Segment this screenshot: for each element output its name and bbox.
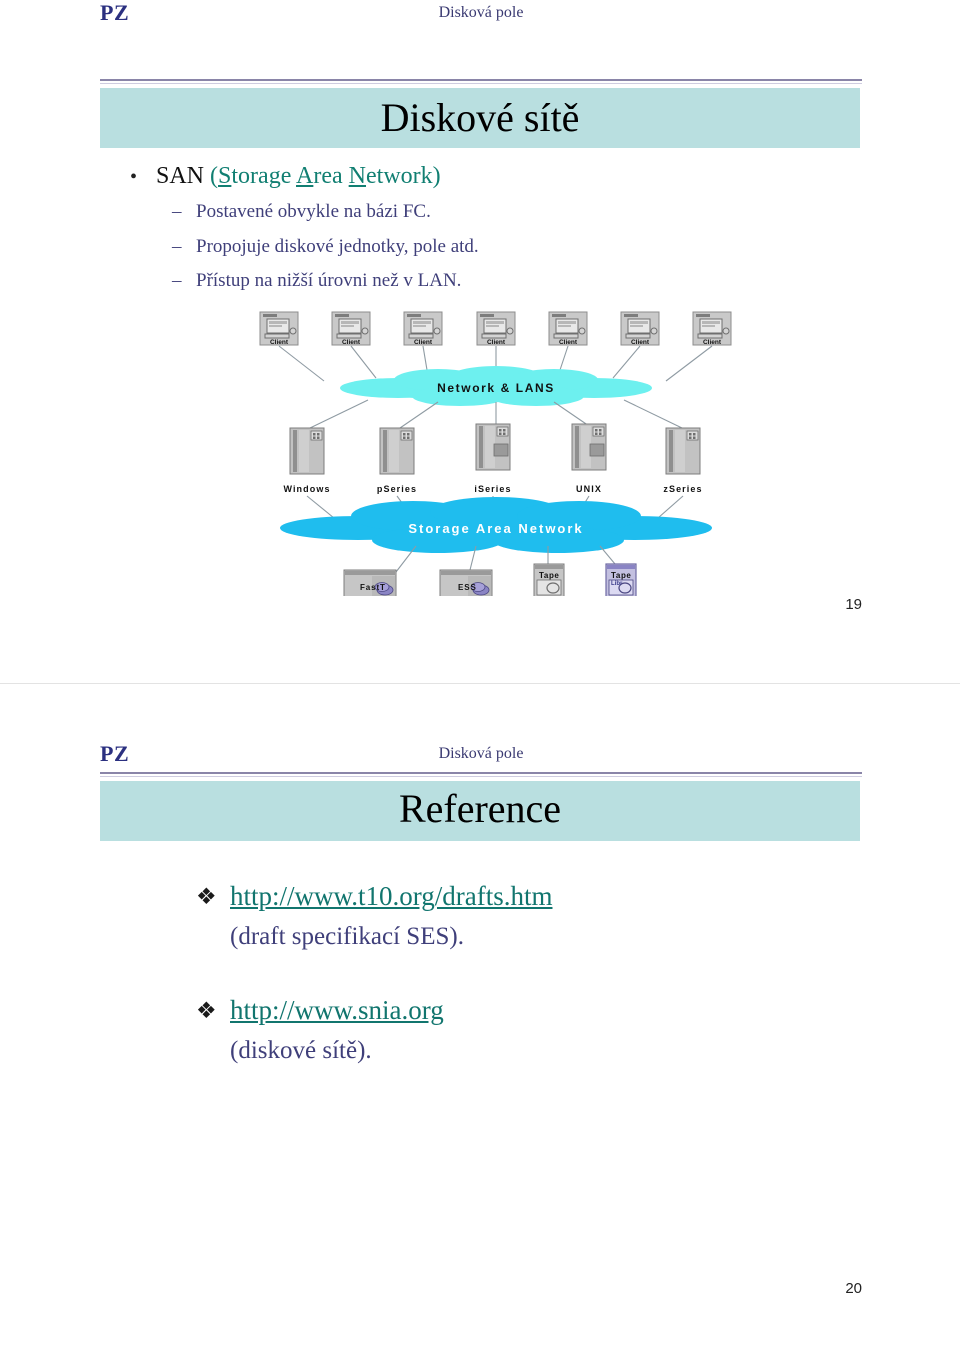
san-topology-diagram: Network & LANS Windows pSeries iSeries U… bbox=[248, 306, 744, 596]
bullet-san: • SAN (Storage Area Network) bbox=[130, 161, 441, 192]
header-center-label: Disková pole bbox=[438, 4, 524, 21]
server-unix: UNIX bbox=[571, 423, 607, 494]
reference-link-snia[interactable]: http://www.snia.org bbox=[230, 993, 444, 1027]
storage-label: FastT bbox=[360, 583, 386, 592]
slide-2-title-banner: Reference bbox=[100, 781, 860, 841]
storage-label-2: Libr bbox=[611, 581, 623, 587]
sub-bullet-propojuje-text: Propojuje diskové jednotky, pole atd. bbox=[196, 236, 479, 257]
sub-bullet-fc: – Postavené obvykle na bázi FC. bbox=[172, 199, 431, 225]
sub-bullet-dash-icon: – bbox=[172, 270, 182, 291]
slide-diskove-site: PZ Disková pole Diskové sítě • SAN (Stora… bbox=[0, 0, 960, 683]
page-title: Diskové sítě bbox=[380, 95, 580, 140]
sub-bullet-dash-icon: – bbox=[172, 201, 182, 222]
san-cloud-label: Storage Area Network bbox=[408, 521, 583, 536]
server-windows: Windows bbox=[283, 427, 330, 494]
client-row: Client Client Client Client Client Clien… bbox=[259, 311, 732, 346]
header-center-label: Disková pole bbox=[438, 745, 524, 762]
sub-bullet-pristup-text: Přístup na nižší úrovni než v LAN. bbox=[196, 270, 462, 291]
client-label: Client bbox=[270, 339, 289, 346]
reference-note-t10: (draft specifikací SES). bbox=[230, 923, 464, 950]
header-rule-thin bbox=[100, 83, 862, 84]
client-label: Client bbox=[703, 339, 722, 346]
server-label: Windows bbox=[283, 484, 330, 494]
storage-tape: Tape bbox=[533, 563, 565, 596]
header-rule bbox=[100, 772, 862, 774]
storage-label: ESS bbox=[458, 583, 477, 592]
sub-bullet-pristup: – Přístup na nižší úrovni než v LAN. bbox=[172, 268, 461, 294]
sub-bullet-propojuje: – Propojuje diskové jednotky, pole atd. bbox=[172, 234, 479, 260]
server-zseries: zSeries bbox=[663, 427, 702, 494]
page-number: 20 bbox=[845, 1280, 862, 1297]
client-label: Client bbox=[487, 339, 506, 346]
slide-2-header: PZ Disková pole bbox=[100, 741, 862, 775]
lan-cloud-label: Network & LANS bbox=[437, 381, 555, 395]
header-rule-thin bbox=[100, 776, 862, 777]
diamond-bullet-icon: ❖ bbox=[196, 998, 217, 1023]
server-label: UNIX bbox=[576, 484, 602, 494]
storage-label: Tape bbox=[539, 571, 559, 580]
client-label: Client bbox=[342, 339, 361, 346]
slide-1-title-banner: Diskové sítě bbox=[100, 88, 860, 148]
reference-link-t10[interactable]: http://www.t10.org/drafts.htm bbox=[230, 879, 552, 913]
slide-reference: PZ Disková pole Reference ❖ http://www.t… bbox=[0, 683, 960, 1367]
client-label: Client bbox=[414, 339, 433, 346]
server-label: pSeries bbox=[377, 484, 417, 494]
diamond-bullet-icon: ❖ bbox=[196, 884, 217, 909]
server-label: iSeries bbox=[474, 484, 511, 494]
storage-fastt: FastT bbox=[343, 569, 397, 596]
page-title: Reference bbox=[398, 786, 562, 831]
sub-bullet-fc-text: Postavené obvykle na bázi FC. bbox=[196, 201, 431, 222]
client-label: Client bbox=[559, 339, 578, 346]
header-rule bbox=[100, 79, 862, 81]
storage-label: Tape bbox=[611, 571, 631, 580]
storage-tape-libr: Tape Libr bbox=[605, 563, 637, 596]
client-label: Client bbox=[631, 339, 650, 346]
bullet-san-text: SAN bbox=[156, 163, 211, 189]
storage-ess: ESS bbox=[439, 569, 493, 596]
slide-1-header: PZ Disková pole bbox=[100, 0, 862, 34]
reference-note-snia: (diskové sítě). bbox=[230, 1037, 372, 1064]
server-iseries: iSeries bbox=[474, 423, 511, 494]
bullet-san-expansion: (Storage Area Network) bbox=[210, 163, 441, 189]
server-label: zSeries bbox=[663, 484, 702, 494]
server-pseries: pSeries bbox=[377, 427, 417, 494]
page-number: 19 bbox=[845, 596, 862, 613]
sub-bullet-dash-icon: – bbox=[172, 236, 182, 257]
bullet-dot-icon: • bbox=[130, 166, 138, 188]
